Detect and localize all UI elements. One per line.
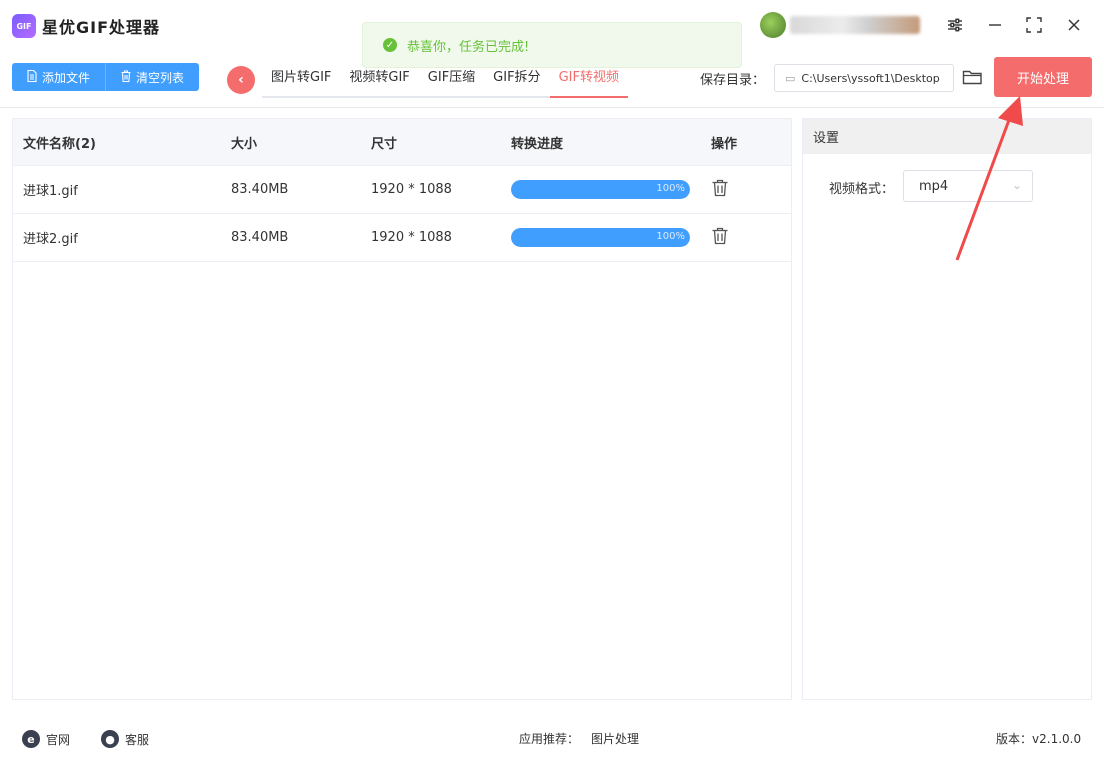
table-header: 文件名称(2) 大小 尺寸 转换进度 操作 xyxy=(13,119,791,166)
progress-bar: 100% xyxy=(511,228,690,247)
file-name: 进球1.gif xyxy=(23,184,78,199)
clear-list-label: 清空列表 xyxy=(136,70,185,85)
table-row[interactable]: 进球2.gif 83.40MB 1920 * 1088 100% xyxy=(13,214,791,262)
tab-image-to-gif[interactable]: 图片转GIF xyxy=(262,64,340,92)
browser-e-icon: e xyxy=(22,730,40,748)
maximize-icon[interactable] xyxy=(1023,14,1045,36)
feature-tabs: 图片转GIF 视频转GIF GIF压缩 GIF拆分 GIF转视频 xyxy=(262,64,629,98)
open-folder-icon[interactable] xyxy=(962,67,984,87)
website-label: 官网 xyxy=(46,732,71,747)
close-icon[interactable] xyxy=(1063,14,1085,36)
add-file-button[interactable]: 添加文件 xyxy=(12,63,106,91)
progress-text: 100% xyxy=(656,231,685,242)
tab-video-to-gif[interactable]: 视频转GIF xyxy=(340,64,418,92)
file-name: 进球2.gif xyxy=(23,232,78,247)
file-table: 文件名称(2) 大小 尺寸 转换进度 操作 进球1.gif 83.40MB 19… xyxy=(12,118,792,700)
check-circle-icon: ✓ xyxy=(383,38,397,52)
minimize-icon[interactable] xyxy=(984,14,1006,36)
chevron-down-icon: ⌄ xyxy=(1011,178,1022,192)
table-row[interactable]: 进球1.gif 83.40MB 1920 * 1088 100% xyxy=(13,166,791,214)
file-button-group: 添加文件 清空列表 xyxy=(12,63,200,91)
save-path-value: C:\Users\yssoft1\Desktop xyxy=(801,71,940,85)
header-progress: 转换进度 xyxy=(511,136,564,152)
website-link[interactable]: e 官网 xyxy=(22,730,70,748)
header-size: 大小 xyxy=(231,136,258,152)
chevron-left-icon: ‹ xyxy=(238,72,244,88)
delete-row-icon[interactable] xyxy=(711,179,729,201)
file-dimensions: 1920 * 1088 xyxy=(371,230,452,245)
recommend-link[interactable]: 图片处理 xyxy=(591,730,639,747)
version-label: 版本： xyxy=(996,732,1033,746)
progress-bar: 100% xyxy=(511,180,690,199)
add-file-label: 添加文件 xyxy=(42,70,91,85)
toolbar-divider xyxy=(0,107,1104,108)
file-icon xyxy=(27,69,37,85)
video-format-label: 视频格式： xyxy=(829,182,895,197)
app-recommendation: 应用推荐： 图片处理 xyxy=(519,730,639,747)
tab-gif-compress[interactable]: GIF压缩 xyxy=(419,64,484,92)
file-size: 83.40MB xyxy=(231,182,289,197)
app-logo-icon: GIF xyxy=(12,14,36,38)
header-dimensions: 尺寸 xyxy=(371,136,398,152)
footer: e 官网 ● 客服 应用推荐： 图片处理 版本： v2.1.0.0 xyxy=(0,712,1104,764)
file-size: 83.40MB xyxy=(231,230,289,245)
version-info: 版本： v2.1.0.0 xyxy=(996,730,1081,747)
video-format-select[interactable]: mp4 ⌄ xyxy=(903,170,1033,202)
tab-gif-to-video[interactable]: GIF转视频 xyxy=(549,64,629,98)
avatar[interactable] xyxy=(760,12,786,38)
version-value: v2.1.0.0 xyxy=(1032,731,1082,746)
tab-gif-split[interactable]: GIF拆分 xyxy=(484,64,549,92)
start-processing-button[interactable]: 开始处理 xyxy=(994,57,1092,97)
progress-text: 100% xyxy=(656,183,685,194)
video-format-value: mp4 xyxy=(919,178,949,194)
settings-title: 设置 xyxy=(803,119,1091,154)
clear-list-button[interactable]: 清空列表 xyxy=(105,63,200,91)
user-name-blurred[interactable] xyxy=(790,16,920,34)
save-path-input[interactable]: ▭ C:\Users\yssoft1\Desktop xyxy=(774,64,954,92)
settings-panel: 设置 视频格式： mp4 ⌄ xyxy=(802,118,1092,700)
header-operation: 操作 xyxy=(711,136,738,152)
app-title: 星优GIF处理器 xyxy=(42,18,161,37)
toast-message: 恭喜你，任务已完成! xyxy=(407,39,530,55)
chat-bubble-icon: ● xyxy=(101,730,119,748)
recommend-label: 应用推荐： xyxy=(519,732,580,746)
settings-sliders-icon[interactable] xyxy=(944,14,966,36)
trash-icon xyxy=(121,69,131,85)
header-name: 文件名称(2) xyxy=(23,136,96,152)
save-directory-label: 保存目录： xyxy=(700,73,766,88)
support-label: 客服 xyxy=(125,732,150,747)
back-chevron-button[interactable]: ‹ xyxy=(227,66,255,94)
folder-outline-icon: ▭ xyxy=(785,71,796,85)
file-dimensions: 1920 * 1088 xyxy=(371,182,452,197)
support-link[interactable]: ● 客服 xyxy=(101,730,149,748)
success-toast: ✓ 恭喜你，任务已完成! xyxy=(362,22,742,68)
delete-row-icon[interactable] xyxy=(711,227,729,249)
